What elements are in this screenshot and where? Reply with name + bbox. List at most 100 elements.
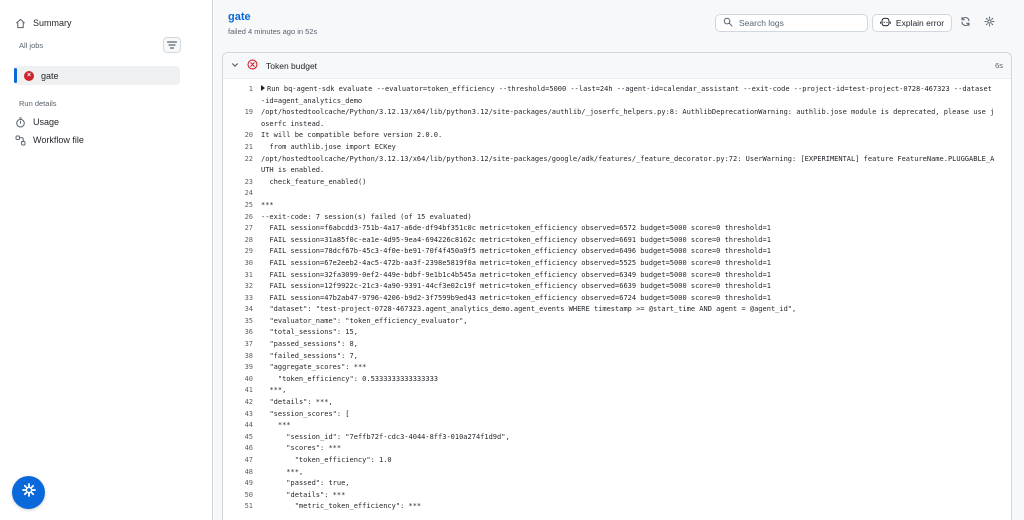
log-line[interactable]: 21 from authlib.jose import ECKey (223, 142, 1011, 154)
log-line[interactable]: 25 *** (223, 200, 1011, 212)
log-line[interactable]: 37 "passed_sessions": 8, (223, 339, 1011, 351)
log-line[interactable]: 47 "token_efficiency": 1.0 (223, 455, 1011, 467)
job-title[interactable]: gate (228, 11, 251, 23)
filter-jobs-button[interactable] (163, 37, 181, 53)
filter-icon (166, 36, 178, 54)
log-line[interactable]: 50 "details": *** (223, 490, 1011, 502)
copilot-button[interactable] (12, 476, 45, 509)
log-line[interactable]: 22/opt/hostedtoolcache/Python/3.12.13/x6… (223, 154, 1011, 177)
log-line-text: "total_sessions": 15, (261, 328, 358, 337)
log-line-number[interactable]: 49 (223, 478, 261, 490)
search-logs-input[interactable] (739, 18, 859, 28)
log-line[interactable]: 38 "failed_sessions": 7, (223, 351, 1011, 363)
summary-link[interactable]: Summary (14, 17, 72, 29)
log-line-number[interactable]: 23 (223, 177, 261, 189)
log-line[interactable]: 46 "scores": *** (223, 443, 1011, 455)
log-line[interactable]: 32 FAIL session=12f9922c-21c3-4a90-9391-… (223, 281, 1011, 293)
log-line-number[interactable]: 29 (223, 246, 261, 258)
sidebar: Summary All jobs × gate Run details Usag… (0, 0, 213, 520)
all-jobs-heading: All jobs (19, 41, 44, 50)
log-line-text: check_feature_enabled() (261, 177, 367, 186)
log-line-number[interactable]: 24 (223, 188, 261, 200)
log-line-number[interactable]: 44 (223, 420, 261, 432)
log-line-number[interactable]: 41 (223, 385, 261, 397)
log-line-number[interactable]: 47 (223, 455, 261, 467)
log-line[interactable]: 51 "metric_token_efficiency": *** (223, 501, 1011, 513)
log-line-number[interactable]: 21 (223, 142, 261, 154)
log-line-number[interactable]: 40 (223, 374, 261, 386)
explain-error-button[interactable]: Explain error (872, 14, 952, 32)
log-line-number[interactable]: 33 (223, 293, 261, 305)
log-line-number[interactable]: 19 (223, 107, 261, 130)
log-line[interactable]: 42 "details": ***, (223, 397, 1011, 409)
log-line-number[interactable]: 45 (223, 432, 261, 444)
log-line[interactable]: 36 "total_sessions": 15, (223, 327, 1011, 339)
log-line-number[interactable]: 51 (223, 501, 261, 513)
log-line-number[interactable]: 31 (223, 270, 261, 282)
log-line[interactable]: 49 "passed": true, (223, 478, 1011, 490)
log-line[interactable]: 43 "session_scores": [ (223, 409, 1011, 421)
log-line-text: FAIL session=47b2ab47-9796-4206-b9d2-3f7… (261, 293, 771, 302)
log-line-number[interactable]: 27 (223, 223, 261, 235)
log-line-text (261, 188, 1001, 200)
log-line[interactable]: 20 It will be compatible before version 2… (223, 130, 1011, 142)
main-content: gate failed 4 minutes ago in 52s Explain… (214, 0, 1024, 520)
search-logs-box[interactable] (715, 14, 868, 32)
log-line-number[interactable]: 28 (223, 235, 261, 247)
settings-button[interactable] (980, 14, 998, 32)
log-line[interactable]: 48 ***, (223, 467, 1011, 479)
log-line-number[interactable]: 36 (223, 327, 261, 339)
log-line-number[interactable]: 1 (223, 84, 261, 107)
log-line-number[interactable]: 50 (223, 490, 261, 502)
log-line[interactable]: 39 "aggregate_scores": *** (223, 362, 1011, 374)
log-line[interactable]: 19/opt/hostedtoolcache/Python/3.12.13/x6… (223, 107, 1011, 130)
log-line-number[interactable]: 20 (223, 130, 261, 142)
usage-link[interactable]: Usage (14, 116, 59, 128)
log-line[interactable]: 27 FAIL session=f6abcdd3-751b-4a17-a6de-… (223, 223, 1011, 235)
log-line[interactable]: 23 check_feature_enabled() (223, 177, 1011, 189)
workflow-file-link[interactable]: Workflow file (14, 134, 84, 146)
log-line[interactable]: 28 FAIL session=31a85f0c-ea1e-4d95-9ea4-… (223, 235, 1011, 247)
log-line-text: "session_scores": [ (261, 409, 350, 418)
job-item-gate[interactable]: × gate (14, 66, 180, 85)
log-line[interactable]: 24 (223, 188, 1011, 200)
log-line-text: "metric_token_efficiency": *** (261, 502, 422, 511)
log-line-number[interactable]: 35 (223, 316, 261, 328)
log-line[interactable]: 1 Run bq-agent-sdk evaluate --evaluator=t… (223, 84, 1011, 107)
log-line-number[interactable]: 43 (223, 409, 261, 421)
log-line-number[interactable]: 34 (223, 304, 261, 316)
log-line-number[interactable]: 32 (223, 281, 261, 293)
log-line[interactable]: 35 "evaluator_name": "token_efficiency_e… (223, 316, 1011, 328)
log-line-number[interactable]: 38 (223, 351, 261, 363)
log-line-number[interactable]: 22 (223, 154, 261, 177)
workflow-file-label: Workflow file (33, 135, 84, 145)
log-lines: 1 Run bq-agent-sdk evaluate --evaluator=t… (223, 79, 1011, 513)
log-line[interactable]: 40 "token_efficiency": 0.533333333333333… (223, 374, 1011, 386)
log-line-number[interactable]: 30 (223, 258, 261, 270)
log-line-number[interactable]: 26 (223, 212, 261, 224)
log-line-number[interactable]: 25 (223, 200, 261, 212)
log-line-number[interactable]: 46 (223, 443, 261, 455)
log-line-text: FAIL session=67e2eeb2-4ac5-472b-aa3f-239… (261, 258, 771, 267)
log-line[interactable]: 45 "session_id": "7effb72f-cdc3-4044-8ff… (223, 432, 1011, 444)
log-line-text: "session_id": "7effb72f-cdc3-4044-8ff3-0… (261, 432, 510, 441)
log-line[interactable]: 29 FAIL session=78dcf67b-45c3-4f0e-be91-… (223, 246, 1011, 258)
log-line-text: FAIL session=f6abcdd3-751b-4a17-a6de-df9… (261, 224, 771, 233)
log-line-number[interactable]: 48 (223, 467, 261, 479)
log-line-number[interactable]: 39 (223, 362, 261, 374)
search-icon (723, 14, 733, 32)
step-header[interactable]: Token budget 6s (223, 53, 1011, 79)
job-label: gate (41, 70, 59, 81)
log-line[interactable]: 26 --exit-code: 7 session(s) failed (of 1… (223, 212, 1011, 224)
expand-triangle-icon[interactable] (261, 85, 265, 91)
log-line[interactable]: 30 FAIL session=67e2eeb2-4ac5-472b-aa3f-… (223, 258, 1011, 270)
log-line[interactable]: 31 FAIL session=32fa3099-0ef2-449e-bdbf-… (223, 270, 1011, 282)
rerun-button[interactable] (956, 14, 974, 32)
log-line[interactable]: 41 ***, (223, 385, 1011, 397)
log-line[interactable]: 34 "dataset": "test-project-0728-467323.… (223, 304, 1011, 316)
log-line[interactable]: 44 *** (223, 420, 1011, 432)
log-line-number[interactable]: 42 (223, 397, 261, 409)
summary-label: Summary (33, 18, 72, 28)
log-line-number[interactable]: 37 (223, 339, 261, 351)
log-line[interactable]: 33 FAIL session=47b2ab47-9796-4206-b9d2-… (223, 293, 1011, 305)
